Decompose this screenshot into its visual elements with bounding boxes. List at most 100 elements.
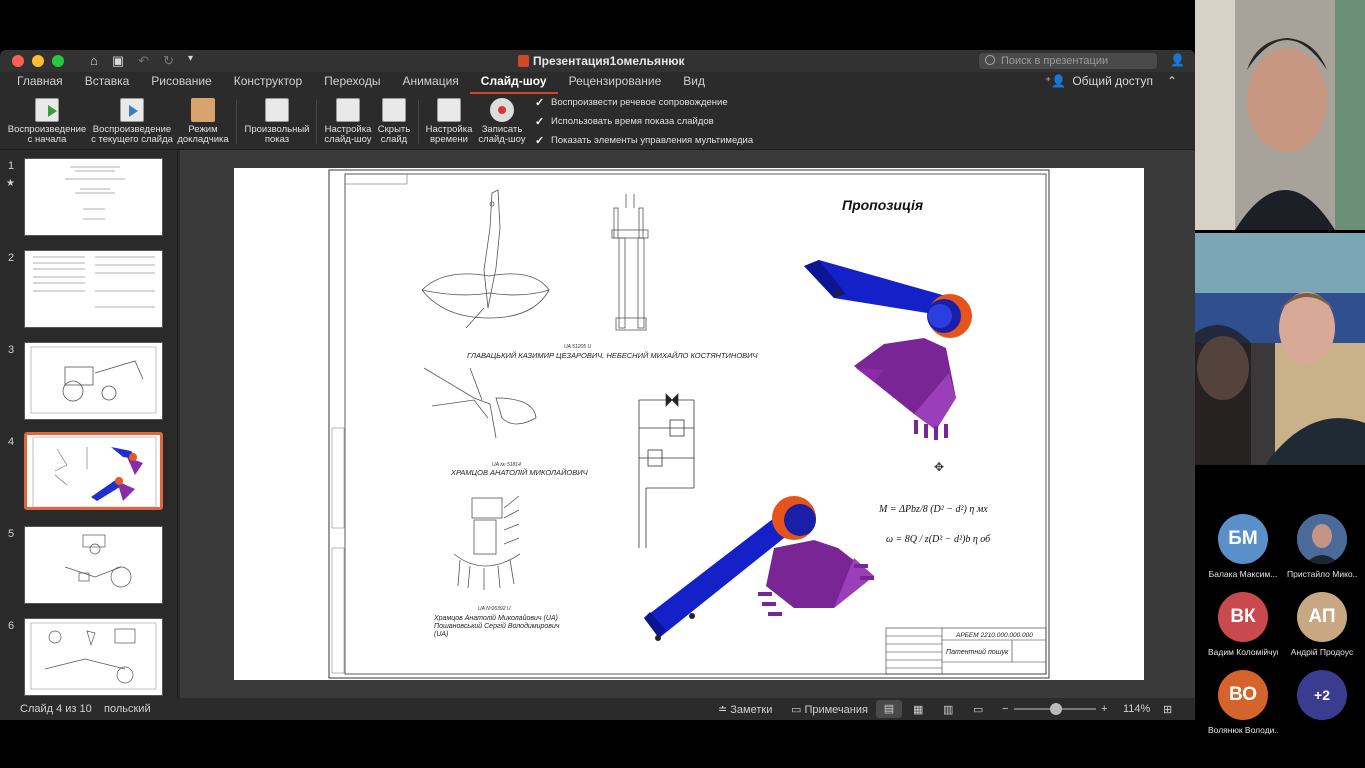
hide-slide-button[interactable]: Скрыть слайд xyxy=(376,98,412,145)
thumbnail-slide-6[interactable] xyxy=(24,618,163,696)
document-title-text: Презентация1омельянюк xyxy=(533,54,685,68)
normal-view-button[interactable]: ▤ xyxy=(876,700,902,718)
tab-slide-show[interactable]: Слайд-шоу xyxy=(469,72,558,94)
narration-checkbox[interactable]: ✓ Воспроизвести речевое сопровождение xyxy=(535,96,728,109)
account-icon[interactable]: 👤 xyxy=(1170,53,1185,67)
zoom-level[interactable]: 114% xyxy=(1123,703,1150,715)
participant-tile[interactable]: АП Андрій Продоус xyxy=(1287,592,1357,657)
slide-thumbnails-pane: 1 ★ 2 3 4 5 6 xyxy=(0,150,178,698)
more-participants-count: +2 xyxy=(1297,670,1347,720)
avatar: ВО xyxy=(1218,670,1268,720)
record-label-2: слайд-шоу xyxy=(478,134,526,145)
collapse-ribbon-icon[interactable]: ⌃ xyxy=(1167,74,1177,88)
undo-icon[interactable]: ↶ xyxy=(138,53,149,69)
tab-insert[interactable]: Вставка xyxy=(74,72,141,94)
thumbnail-slide-3[interactable] xyxy=(24,342,163,420)
participant-tile[interactable]: ВК Вадим Коломійчук xyxy=(1208,592,1278,657)
ribbon-separator xyxy=(316,100,317,144)
patent1-authors: ГЛАВАЦЬКИЙ КАЗИМИР ЦЕЗАРОВИЧ, НЕБЕСНИЙ М… xyxy=(467,351,759,360)
record-slideshow-button[interactable]: Записать слайд-шоу xyxy=(476,98,528,145)
comments-label: Примечания xyxy=(804,704,868,716)
play-from-current-button[interactable]: Воспроизведение с текущего слайда xyxy=(90,98,174,145)
tab-home[interactable]: Главная xyxy=(0,72,74,94)
home-icon[interactable]: ⌂ xyxy=(90,53,98,69)
zoom-window-button[interactable] xyxy=(52,55,64,67)
share-button[interactable]: ⁺👤 Общий доступ ⌃ xyxy=(1045,74,1177,88)
search-input[interactable]: Поиск в презентации xyxy=(979,53,1157,69)
ribbon-tabs: Главная Вставка Рисование Конструктор Пе… xyxy=(0,72,1195,94)
rehearse-timings-button[interactable]: Настройка времени xyxy=(424,98,474,145)
custom-show-icon xyxy=(265,98,289,122)
thumbnail-number: 4 xyxy=(8,436,15,448)
tab-view[interactable]: Вид xyxy=(672,72,716,94)
thumbnail-slide-4[interactable] xyxy=(24,432,163,510)
patent3-code: UA Nº26392 U xyxy=(478,606,511,612)
custom-show-button[interactable]: Произвольный показ xyxy=(243,98,311,145)
patent3-author-3: (UA) xyxy=(434,631,448,638)
tab-animations[interactable]: Анимация xyxy=(391,72,469,94)
redo-icon[interactable]: ↻ xyxy=(163,53,174,69)
customize-chevron-icon[interactable]: ▾ xyxy=(188,53,193,69)
slide-drawing: UA 51205 U ГЛАВАЦЬКИЙ КАЗИМИР ЦЕЗАРОВИЧ,… xyxy=(328,169,1050,679)
zoom-slider-thumb[interactable] xyxy=(1050,703,1062,715)
media-controls-checkbox[interactable]: ✓ Показать элементы управления мультимеди… xyxy=(535,134,753,147)
play-from-current-label-2: с текущего слайда xyxy=(91,134,173,145)
slide-editor: UA 51205 U ГЛАВАЦЬКИЙ КАЗИМИР ЦЕЗАРОВИЧ,… xyxy=(180,150,1195,698)
participant-tile[interactable]: Пристайло Мико... xyxy=(1287,514,1357,579)
participant-tile[interactable]: ВО Волянюк Володи... xyxy=(1208,670,1278,735)
avatar: АП xyxy=(1297,592,1347,642)
status-bar: Слайд 4 из 10 польский ≐ Заметки ▭ Приме… xyxy=(0,698,1195,720)
tab-transitions[interactable]: Переходы xyxy=(313,72,391,94)
presenter-mode-label-2: докладчика xyxy=(177,134,229,145)
reading-view-icon[interactable]: ▥ xyxy=(943,703,953,716)
slide-sorter-icon[interactable]: ▦ xyxy=(913,703,923,716)
zoom-in-icon[interactable]: + xyxy=(1101,703,1107,715)
thumbnail-slide-5[interactable] xyxy=(24,526,163,604)
avatar xyxy=(1297,514,1347,564)
timer-icon xyxy=(437,98,461,122)
title-bar: ⌂ ▣ ↶ ↻ ▾ Презентация1омельянюк Поиск в … xyxy=(0,50,1195,72)
torque-formula: M = ΔPbz/8 (D² − d²) η мх xyxy=(878,504,988,515)
more-participants-button[interactable]: +2 xyxy=(1287,670,1357,720)
use-timings-label: Использовать время показа слайдов xyxy=(551,116,714,127)
quick-access-toolbar: ⌂ ▣ ↶ ↻ ▾ xyxy=(90,53,193,69)
current-slide[interactable]: UA 51205 U ГЛАВАЦЬКИЙ КАЗИМИР ЦЕЗАРОВИЧ,… xyxy=(234,168,1144,680)
star-icon: ★ xyxy=(6,178,15,189)
notes-button[interactable]: ≐ Заметки xyxy=(718,703,772,716)
comments-button[interactable]: ▭ Примечания xyxy=(791,703,868,716)
thumbnail-slide-2[interactable] xyxy=(24,250,163,328)
language-indicator[interactable]: польский xyxy=(104,703,151,715)
checkmark-icon: ✓ xyxy=(535,97,545,109)
tab-design[interactable]: Конструктор xyxy=(223,72,313,94)
classroom-video xyxy=(1195,233,1365,465)
slideshow-view-icon[interactable]: ▭ xyxy=(973,703,983,716)
patent1-code: UA 51205 U xyxy=(564,344,591,350)
fit-to-window-icon[interactable]: ⊞ xyxy=(1163,703,1172,716)
setup-slideshow-button[interactable]: Настройка слайд-шоу xyxy=(322,98,374,145)
tab-review[interactable]: Рецензирование xyxy=(558,72,673,94)
play-current-slide-icon xyxy=(120,98,144,122)
close-window-button[interactable] xyxy=(12,55,24,67)
document-title: Презентация1омельянюк xyxy=(518,54,685,68)
play-from-start-label-2: с начала xyxy=(27,134,67,145)
presenter-mode-button[interactable]: Режим докладчика xyxy=(176,98,230,145)
thumbnail-number: 6 xyxy=(8,620,15,632)
zoom-out-icon[interactable]: − xyxy=(1002,703,1008,715)
zoom-slider[interactable] xyxy=(1014,703,1096,715)
thumbnail-number: 2 xyxy=(8,252,15,264)
slide-counter: Слайд 4 из 10 xyxy=(20,703,92,715)
notes-label: Заметки xyxy=(730,704,773,716)
record-icon xyxy=(490,98,514,122)
save-icon[interactable]: ▣ xyxy=(112,53,124,69)
ribbon: Воспроизведение с начала Воспроизведение… xyxy=(0,94,1195,150)
play-from-start-button[interactable]: Воспроизведение с начала xyxy=(7,98,87,145)
play-slideshow-icon xyxy=(35,98,59,122)
participant-tile[interactable]: БМ Балака Максим... xyxy=(1208,514,1278,579)
tab-draw[interactable]: Рисование xyxy=(140,72,222,94)
speaker-video xyxy=(1195,0,1365,230)
minimize-window-button[interactable] xyxy=(32,55,44,67)
thumbnail-slide-1[interactable] xyxy=(24,158,163,236)
title-block-code: АРБЕМ 2210.000.000.000 xyxy=(955,632,1033,639)
use-timings-checkbox[interactable]: ✓ Использовать время показа слайдов xyxy=(535,115,714,128)
rehearse-label-2: времени xyxy=(430,134,468,145)
